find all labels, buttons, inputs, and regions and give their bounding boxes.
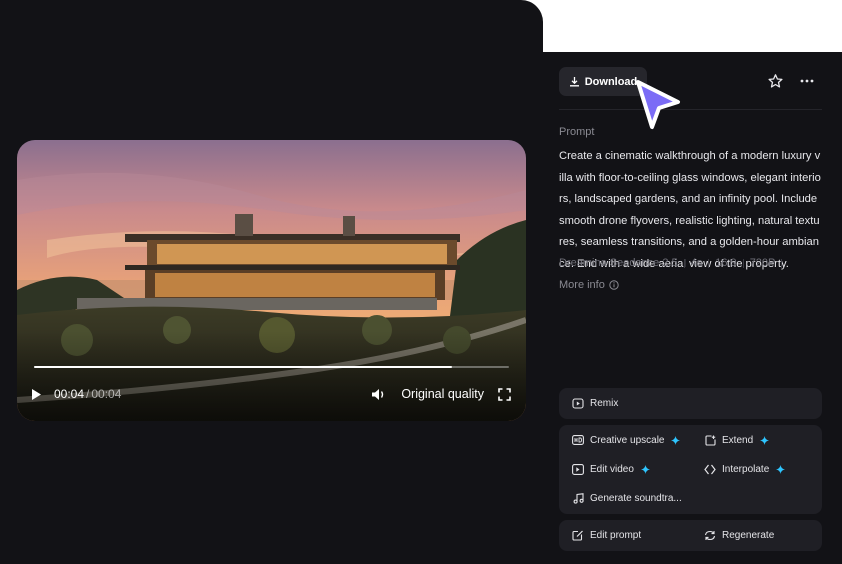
time-display: 00:04/00:04 [54, 387, 121, 401]
more-info-link[interactable]: More info [559, 279, 619, 291]
extend-icon [704, 434, 716, 446]
meta-model: Dreamina Seedance 2.5 [559, 257, 678, 269]
remix-card: Remix [559, 388, 822, 419]
current-time: 00:04 [54, 387, 85, 401]
hd-upscale-icon [572, 434, 584, 446]
creative-upscale-label: Creative upscale [590, 434, 665, 446]
interpolate-button[interactable]: Interpolate [704, 463, 786, 475]
player-panel: 00:04/00:04 Original quality [0, 0, 543, 564]
edit-prompt-label: Edit prompt [590, 529, 642, 541]
progress-bar[interactable] [34, 366, 509, 368]
remix-label: Remix [590, 397, 619, 409]
refresh-icon [704, 529, 716, 541]
edit-video-icon [572, 463, 584, 475]
progress-fill [34, 366, 452, 368]
meta-divider [708, 258, 710, 268]
extend-label: Extend [722, 434, 754, 446]
edit-prompt-button[interactable]: Edit prompt [572, 529, 641, 541]
meta-divider [683, 258, 685, 268]
fullscreen-icon [498, 387, 511, 401]
sparkle-icon [671, 435, 681, 445]
time-separator: / [86, 387, 90, 401]
generate-soundtrack-label: Generate soundtra... [590, 492, 682, 504]
meta-duration: 4s [690, 257, 703, 269]
creative-upscale-button[interactable]: Creative upscale [572, 434, 681, 446]
edit-video-label: Edit video [590, 463, 634, 475]
remix-icon [572, 397, 584, 409]
download-label: Download [584, 75, 638, 88]
remix-button[interactable]: Remix [572, 397, 618, 409]
more-info-label: More info [559, 279, 605, 291]
volume-button[interactable] [371, 386, 387, 402]
interpolate-icon [704, 463, 716, 475]
meta-ratio: 16:9 [715, 257, 737, 269]
quality-selector[interactable]: Original quality [401, 387, 484, 401]
sparkle-icon [760, 435, 770, 445]
sparkle-icon [776, 464, 786, 474]
header-divider [559, 109, 822, 110]
prompt-label: Prompt [559, 126, 595, 138]
tools-card: Creative upscale Extend Edit video Inter… [559, 425, 822, 514]
interpolate-label: Interpolate [722, 463, 770, 475]
extend-button[interactable]: Extend [704, 434, 770, 446]
more-horizontal-icon [800, 79, 814, 83]
info-icon [609, 280, 619, 290]
sparkle-icon [640, 464, 650, 474]
meta-divider [742, 258, 744, 268]
fullscreen-button[interactable] [498, 387, 512, 401]
cursor-arrow-icon [636, 80, 680, 129]
meta-resolution: 720P [749, 257, 776, 269]
prompt-text: Create a cinematic walkthrough of a mode… [559, 150, 821, 270]
generate-soundtrack-button[interactable]: Generate soundtra... [572, 492, 682, 504]
favorite-button[interactable] [767, 73, 784, 90]
meta-divider [781, 258, 783, 268]
video-player[interactable]: 00:04/00:04 Original quality [17, 140, 526, 421]
music-note-icon [572, 492, 584, 504]
regenerate-button[interactable]: Regenerate [704, 529, 774, 541]
play-button[interactable] [31, 386, 45, 402]
more-options-button[interactable] [800, 75, 814, 87]
video-controls-shade [17, 331, 526, 421]
prompt-actions-card: Edit prompt Regenerate [559, 520, 822, 551]
video-controls: 00:04/00:04 Original quality [31, 384, 512, 404]
download-icon [569, 77, 579, 87]
edit-icon [572, 529, 584, 541]
play-icon [32, 388, 41, 400]
volume-icon [372, 388, 384, 400]
generation-meta: Dreamina Seedance 2.5 4s 16:9 720P [559, 257, 788, 269]
regenerate-label: Regenerate [722, 529, 775, 541]
edit-video-button[interactable]: Edit video [572, 463, 650, 475]
total-time: 00:04 [91, 387, 122, 401]
star-icon [768, 74, 783, 88]
